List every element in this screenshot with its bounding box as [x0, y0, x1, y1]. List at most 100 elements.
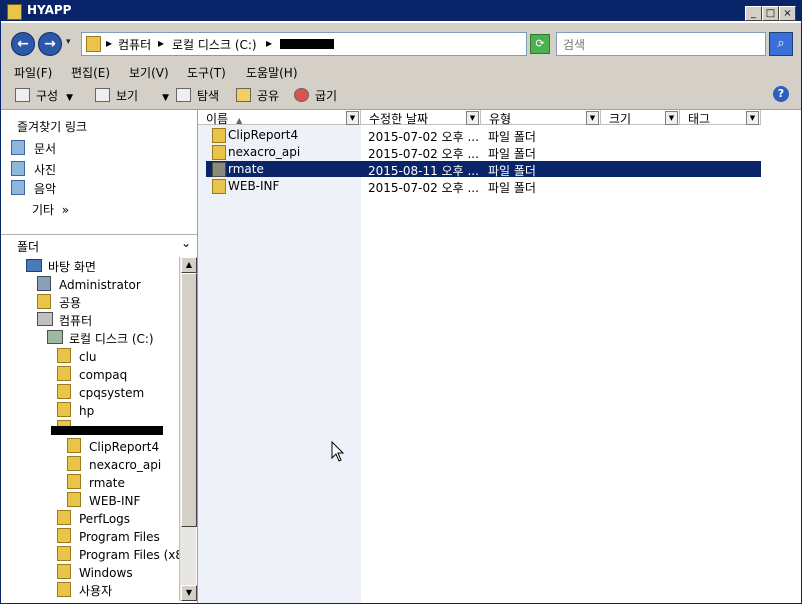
chevron-down-icon[interactable]: ⌄ [181, 236, 191, 250]
tree-item-program-files[interactable]: Program Files [57, 528, 160, 544]
tree-item-compaq[interactable]: compaq [57, 366, 127, 382]
tree-item-computer[interactable]: 컴퓨터 [37, 312, 92, 329]
desktop-icon [26, 259, 42, 272]
file-row-web-inf[interactable]: WEB-INF 2015-07-02 오후 ... 파일 폴더 [206, 178, 761, 195]
menu-view[interactable]: 보기(V) [129, 64, 169, 81]
crumb-computer[interactable]: 컴퓨터 [118, 36, 151, 53]
folder-icon [212, 128, 226, 143]
tree-item-rmate[interactable]: rmate [67, 474, 125, 490]
share-button[interactable]: 공유 [236, 87, 279, 104]
menu-bar: 파일(F) 편집(E) 보기(V) 도구(T) 도움말(H) [1, 63, 801, 81]
drive-icon [47, 330, 63, 344]
folder-icon [57, 564, 71, 579]
folders-title: 폴더 [17, 240, 40, 254]
scroll-up-icon[interactable]: ▲ [181, 257, 197, 273]
file-row-rmate[interactable]: rmate 2015-08-11 오후 ... 파일 폴더 [206, 161, 761, 178]
tree-item-administrator[interactable]: Administrator [37, 276, 141, 292]
tree-item-perflogs[interactable]: PerfLogs [57, 510, 130, 526]
tree-item-clu[interactable]: clu [57, 348, 97, 364]
tree-item-local-disk[interactable]: 로컬 디스크 (C:) [47, 330, 154, 347]
menu-edit[interactable]: 편집(E) [71, 64, 110, 81]
share-icon [236, 88, 251, 102]
crumb-separator-icon[interactable]: ▸ [158, 36, 164, 50]
views-button[interactable]: 보기 ▼ [95, 87, 169, 104]
search-button[interactable]: ⌕ [769, 32, 793, 56]
sort-up-icon: ▲ [236, 116, 243, 125]
back-button[interactable]: ← [11, 32, 35, 56]
column-header-name[interactable]: 이름 ▲ ▼ [198, 110, 361, 126]
folder-icon [67, 474, 81, 489]
explore-button[interactable]: 탐색 [176, 87, 219, 104]
folder-icon [67, 492, 81, 507]
folder-icon [57, 546, 71, 561]
folder-icon [57, 384, 71, 399]
scroll-down-icon[interactable]: ▼ [181, 585, 197, 601]
chevron-down-icon: ▼ [66, 93, 74, 103]
refresh-icon[interactable]: ⟳ [530, 34, 550, 54]
maximize-button[interactable]: □ [762, 6, 779, 21]
menu-help[interactable]: 도움말(H) [246, 64, 298, 81]
column-filter-icon[interactable]: ▼ [586, 111, 599, 125]
search-input[interactable] [561, 35, 765, 55]
minimize-button[interactable]: _ [745, 6, 762, 21]
tree-item-program-files-x86[interactable]: Program Files (x86) [57, 546, 179, 562]
tree-item-windows[interactable]: Windows [57, 564, 133, 580]
folder-icon [37, 294, 51, 309]
address-bar[interactable]: ▸ 컴퓨터 ▸ 로컬 디스크 (C:) ▸ ▾ [81, 32, 597, 56]
column-filter-icon[interactable]: ▼ [346, 111, 359, 125]
folder-icon [212, 145, 226, 160]
column-filter-icon[interactable]: ▼ [466, 111, 479, 125]
folder-icon [212, 162, 226, 177]
help-icon[interactable]: ? [773, 86, 789, 102]
tree-item-public[interactable]: 공용 [37, 294, 81, 311]
file-row-nexacro-api[interactable]: nexacro_api 2015-07-02 오후 ... 파일 폴더 [206, 144, 761, 161]
tree-item-web-inf[interactable]: WEB-INF [67, 492, 140, 508]
tree-item-desktop[interactable]: 바탕 화면 [26, 258, 96, 275]
title-bar[interactable]: HYAPP _ □ × [1, 1, 801, 21]
folder-icon [86, 36, 101, 52]
tree-item-nexacro-api[interactable]: nexacro_api [67, 456, 161, 472]
folder-icon [57, 402, 71, 417]
column-header-tags[interactable]: 태그 ▼ [680, 110, 761, 126]
forward-button[interactable]: → [38, 32, 62, 56]
tree-item-clipreport4[interactable]: ClipReport4 [67, 438, 159, 454]
folder-icon [67, 456, 81, 471]
tree-item-users[interactable]: 사용자 [57, 582, 112, 599]
crumb-separator-icon[interactable]: ▸ [266, 36, 272, 50]
column-header-size[interactable]: 크기 ▼ [601, 110, 680, 126]
favorite-music[interactable]: 음악 [11, 180, 56, 197]
column-filter-icon[interactable]: ▼ [746, 111, 759, 125]
column-header-type[interactable]: 유형 ▼ [481, 110, 601, 126]
close-button[interactable]: × [779, 6, 796, 21]
column-header-date[interactable]: 수정한 날짜 ▼ [361, 110, 481, 126]
music-icon [11, 180, 25, 195]
folder-icon [57, 582, 71, 597]
menu-tools[interactable]: 도구(T) [187, 64, 226, 81]
scroll-thumb[interactable] [181, 273, 197, 527]
column-filter-icon[interactable]: ▼ [665, 111, 678, 125]
menu-file[interactable]: 파일(F) [14, 64, 52, 81]
computer-icon [37, 312, 53, 326]
chevron-down-icon: ▼ [162, 93, 170, 103]
folder-icon [57, 348, 71, 363]
crumb-local-disk[interactable]: 로컬 디스크 (C:) [172, 36, 257, 53]
pane-divider [1, 234, 197, 235]
burn-button[interactable]: 굽기 [294, 87, 337, 104]
organize-button[interactable]: 구성 ▼ [15, 87, 73, 104]
folder-app-icon [7, 4, 22, 20]
views-icon [95, 88, 110, 102]
history-dropdown-icon[interactable]: ▾ [66, 37, 71, 47]
folder-icon [57, 510, 71, 525]
search-box[interactable] [556, 32, 766, 56]
favorite-pictures[interactable]: 사진 [11, 161, 56, 178]
double-chevron-icon: » [61, 203, 70, 217]
tree-item-cpqsystem[interactable]: cpqsystem [57, 384, 144, 400]
crumb-separator-icon[interactable]: ▸ [106, 36, 112, 50]
folder-tree-scrollbar[interactable]: ▲ ▼ [179, 257, 197, 601]
folder-icon [212, 179, 226, 194]
tree-item-hp[interactable]: hp [57, 402, 94, 418]
redaction-bar [51, 426, 163, 435]
favorite-documents[interactable]: 문서 [11, 140, 56, 157]
favorites-more-link[interactable]: 기타 » [32, 201, 69, 218]
file-row-clipreport4[interactable]: ClipReport4 2015-07-02 오후 ... 파일 폴더 [206, 127, 761, 144]
